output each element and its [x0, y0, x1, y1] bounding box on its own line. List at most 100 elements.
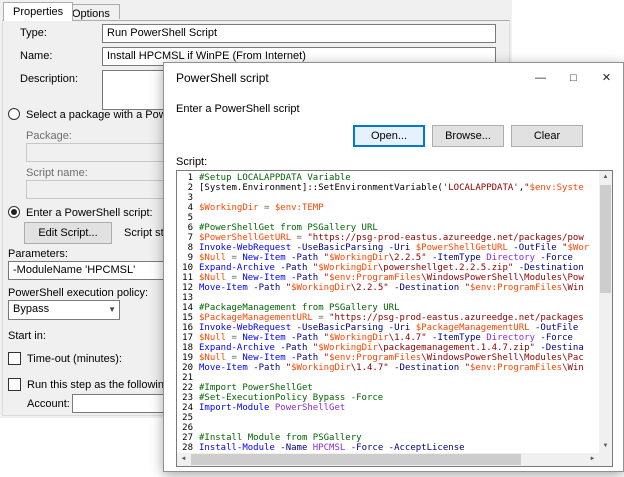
code-text: #Import PowerShellGet [199, 383, 313, 393]
script-code-lines: 1#Setup LOCALAPPDATA Variable2[System.En… [179, 173, 598, 452]
run-as-checkbox[interactable] [8, 378, 21, 391]
line-number: 8 [179, 243, 199, 253]
script-name-label: Script name: [26, 167, 88, 179]
code-text: $Null = New-Item -Path "$WorkingDir\2.2.… [199, 253, 573, 263]
code-line: 13 [179, 293, 598, 303]
code-line: 6#PowerShellGet from PSGallery URL [179, 223, 598, 233]
line-number: 19 [179, 353, 199, 363]
line-number: 20 [179, 363, 199, 373]
line-number: 18 [179, 343, 199, 353]
code-line: 8Invoke-WebRequest -UseBasicParsing -Uri… [179, 243, 598, 253]
line-number: 22 [179, 383, 199, 393]
code-line: 19$Null = New-Item -Path "$env:ProgramFi… [179, 353, 598, 363]
name-label: Name: [20, 50, 52, 62]
code-text: $Null = New-Item -Path "$env:ProgramFile… [199, 273, 584, 283]
dialog-subtitle: Enter a PowerShell script [176, 103, 300, 115]
line-number: 5 [179, 213, 199, 223]
line-number: 2 [179, 183, 199, 193]
code-line: 5 [179, 213, 598, 223]
dialog-titlebar[interactable]: PowerShell script — □ ✕ [164, 63, 623, 93]
script-label: Script: [176, 156, 207, 168]
line-number: 23 [179, 393, 199, 403]
timeout-label: Time-out (minutes): [27, 353, 122, 365]
execution-policy-value: Bypass [13, 303, 49, 315]
code-line: 28Install-Module -Name HPCMSL -Force -Ac… [179, 443, 598, 452]
description-label: Description: [20, 73, 78, 85]
account-label: Account: [27, 398, 70, 410]
open-button[interactable]: Open... [353, 125, 425, 147]
line-number: 27 [179, 433, 199, 443]
line-number: 21 [179, 373, 199, 383]
code-line: 7$PowerShellGetURL = "https://psg-prod-e… [179, 233, 598, 243]
line-number: 6 [179, 223, 199, 233]
code-text: #PackageManagement from PSGallery URL [199, 303, 399, 313]
code-line: 15$PackageManagementURL = "https://psg-p… [179, 313, 598, 323]
code-line: 9$Null = New-Item -Path "$WorkingDir\2.2… [179, 253, 598, 263]
minimize-button[interactable]: — [524, 63, 557, 93]
package-radio[interactable] [8, 108, 20, 120]
code-line: 1#Setup LOCALAPPDATA Variable [179, 173, 598, 183]
horizontal-scrollbar[interactable]: ◄ ► [177, 453, 599, 466]
code-line: 23#Set-ExecutionPolicy Bypass -Force [179, 393, 598, 403]
line-number: 10 [179, 263, 199, 273]
chevron-down-icon: ▼ [108, 305, 116, 314]
code-text: Import-Module PowerShellGet [199, 403, 345, 413]
code-line: 25 [179, 413, 598, 423]
code-line: 12Move-Item -Path "$WorkingDir\2.2.5" -D… [179, 283, 598, 293]
script-editor[interactable]: 1#Setup LOCALAPPDATA Variable2[System.En… [176, 170, 613, 467]
scroll-down-icon[interactable]: ▼ [599, 440, 612, 453]
code-line: 3 [179, 193, 598, 203]
code-text: $Null = New-Item -Path "$env:ProgramFile… [199, 353, 584, 363]
code-line: 21 [179, 373, 598, 383]
close-icon: ✕ [602, 72, 611, 84]
line-number: 4 [179, 203, 199, 213]
line-number: 24 [179, 403, 199, 413]
tab-properties[interactable]: Properties [3, 2, 73, 21]
execution-policy-dropdown[interactable]: Bypass ▼ [8, 300, 120, 320]
code-text: #Setup LOCALAPPDATA Variable [199, 173, 351, 183]
scrollbar-corner [599, 453, 612, 466]
code-text: #Set-ExecutionPolicy Bypass -Force [199, 393, 383, 403]
code-line: 14#PackageManagement from PSGallery URL [179, 303, 598, 313]
code-line: 24Import-Module PowerShellGet [179, 403, 598, 413]
code-line: 20Move-Item -Path "$WorkingDir\1.4.7" -D… [179, 363, 598, 373]
code-text: $PowerShellGetURL = "https://psg-prod-ea… [199, 233, 584, 243]
type-field[interactable]: Run PowerShell Script [102, 24, 496, 43]
parameters-label: Parameters: [8, 248, 68, 260]
code-text: Invoke-WebRequest -UseBasicParsing -Uri … [199, 323, 578, 333]
code-text: #Install Module from PSGallery [199, 433, 362, 443]
line-number: 28 [179, 443, 199, 452]
code-line: 27#Install Module from PSGallery [179, 433, 598, 443]
browse-button[interactable]: Browse... [432, 125, 504, 147]
edit-script-button[interactable]: Edit Script... [24, 222, 112, 244]
clear-button[interactable]: Clear [511, 125, 583, 147]
line-number: 14 [179, 303, 199, 313]
execution-policy-label: PowerShell execution policy: [8, 287, 148, 299]
code-line: 4$WorkingDir = $env:TEMP [179, 203, 598, 213]
line-number: 25 [179, 413, 199, 423]
scroll-right-icon[interactable]: ► [586, 453, 599, 466]
horizontal-scroll-thumb[interactable] [191, 454, 521, 465]
type-label: Type: [20, 27, 47, 39]
maximize-icon: □ [570, 72, 577, 84]
code-text: Expand-Archive -Path "$WorkingDir\packag… [199, 343, 584, 353]
scroll-left-icon[interactable]: ◄ [177, 453, 190, 466]
code-line: 16Invoke-WebRequest -UseBasicParsing -Ur… [179, 323, 598, 333]
start-in-label: Start in: [8, 330, 46, 342]
dialog-title: PowerShell script [176, 63, 269, 93]
vertical-scrollbar[interactable]: ▲ ▼ [599, 171, 612, 453]
code-text: [System.Environment]::SetEnvironmentVari… [199, 183, 584, 193]
code-line: 11$Null = New-Item -Path "$env:ProgramFi… [179, 273, 598, 283]
code-text: Invoke-WebRequest -UseBasicParsing -Uri … [199, 243, 589, 253]
timeout-checkbox[interactable] [8, 352, 21, 365]
code-text: Move-Item -Path "$WorkingDir\2.2.5" -Des… [199, 283, 584, 293]
close-button[interactable]: ✕ [590, 63, 623, 93]
enter-script-radio[interactable] [8, 206, 20, 218]
code-line: 22#Import PowerShellGet [179, 383, 598, 393]
scroll-up-icon[interactable]: ▲ [599, 171, 612, 184]
code-text: Move-Item -Path "$WorkingDir\1.4.7" -Des… [199, 363, 584, 373]
line-number: 16 [179, 323, 199, 333]
vertical-scroll-thumb[interactable] [600, 185, 611, 293]
powershell-script-dialog: PowerShell script — □ ✕ Enter a PowerShe… [163, 62, 624, 472]
maximize-button[interactable]: □ [557, 63, 590, 93]
